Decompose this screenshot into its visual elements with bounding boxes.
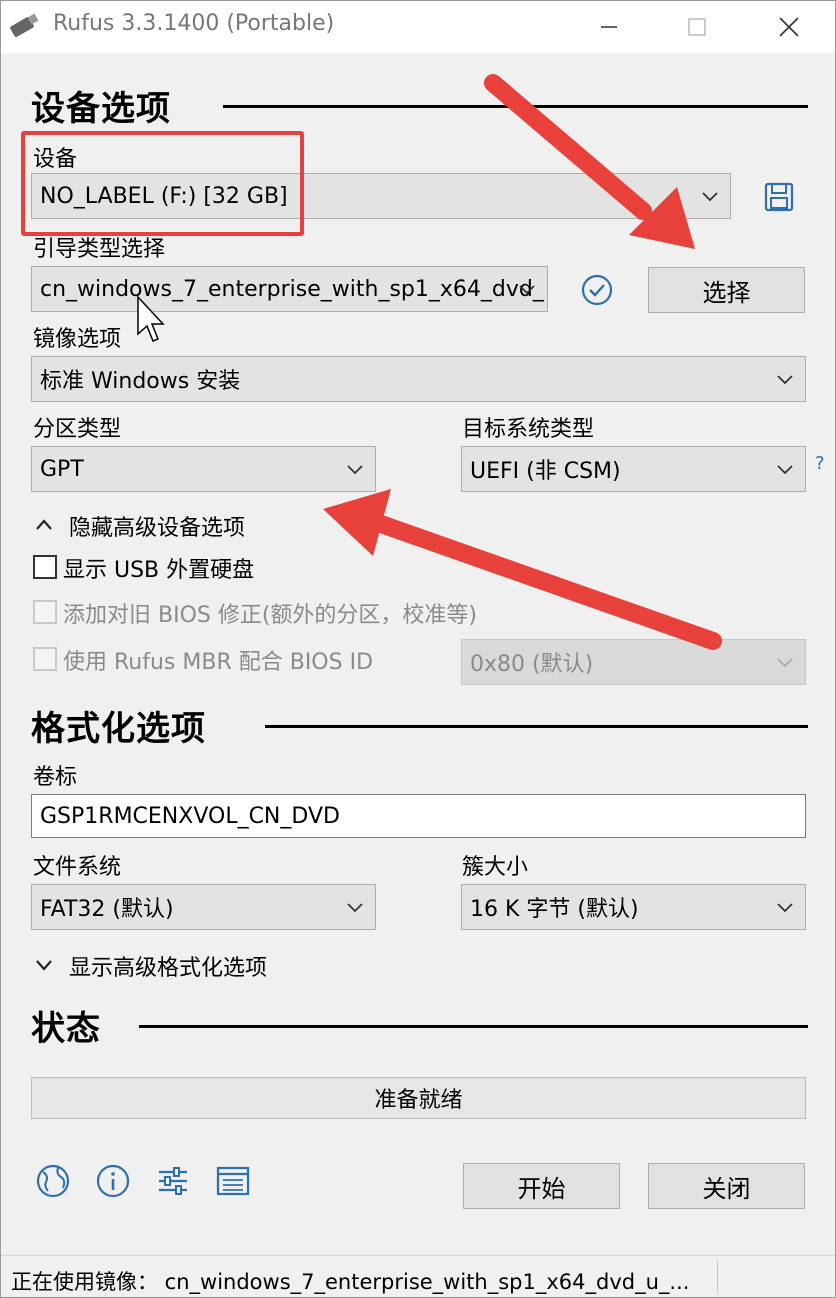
partition-type-value: GPT xyxy=(40,456,84,482)
chevron-down-icon xyxy=(519,285,535,295)
status-bar-separator xyxy=(717,1260,718,1294)
check-circle-icon[interactable] xyxy=(579,273,615,307)
show-usb-label: 显示 USB 外置硬盘 xyxy=(63,558,255,583)
volume-label-input[interactable]: GSP1RMCENXVOL_CN_DVD xyxy=(31,794,806,838)
status-bar: 正在使用镜像： cn_windows_7_enterprise_with_sp1… xyxy=(1,1255,835,1297)
cluster-size-label: 簇大小 xyxy=(462,855,529,880)
status-bar-text: 正在使用镜像： cn_windows_7_enterprise_with_sp1… xyxy=(11,1270,690,1294)
start-button[interactable]: 开始 xyxy=(463,1163,620,1209)
format-section-title: 格式化选项 xyxy=(31,709,206,749)
maximize-icon[interactable] xyxy=(677,11,717,43)
close-icon[interactable] xyxy=(769,11,809,43)
hide-advanced-device-toggle[interactable]: 隐藏高级设备选项 xyxy=(69,510,245,542)
rufus-mbr-checkbox[interactable] xyxy=(33,647,57,671)
window-title: Rufus 3.3.1400 (Portable) xyxy=(53,11,335,36)
chevron-down-icon[interactable] xyxy=(35,956,53,974)
progress-text: 准备就绪 xyxy=(374,1088,463,1113)
image-option-value: 标准 Windows 安装 xyxy=(40,369,241,394)
image-option-label: 镜像选项 xyxy=(33,327,122,352)
chevron-down-icon xyxy=(347,903,363,913)
chevron-down-icon xyxy=(777,903,793,913)
target-system-value: UEFI (非 CSM) xyxy=(470,459,621,484)
rufus-window: Rufus 3.3.1400 (Portable) 设备选项 设备 NO_LAB… xyxy=(0,0,836,1298)
file-system-label: 文件系统 xyxy=(33,855,122,880)
status-section-title: 状态 xyxy=(31,1009,101,1049)
target-system-label: 目标系统类型 xyxy=(462,417,595,442)
show-advanced-format-toggle[interactable]: 显示高级格式化选项 xyxy=(69,950,267,982)
cluster-size-select[interactable]: 16 K 字节 (默认) xyxy=(461,884,806,930)
section-divider xyxy=(265,725,808,728)
boot-type-select[interactable]: cn_windows_7_enterprise_with_sp1_x64_dvd… xyxy=(31,266,548,312)
bios-id-value: 0x80 (默认) xyxy=(470,652,594,677)
bios-id-select[interactable]: 0x80 (默认) xyxy=(461,639,806,685)
annotation-highlight-box xyxy=(21,131,304,236)
info-icon[interactable] xyxy=(96,1164,130,1198)
volume-label-label: 卷标 xyxy=(33,765,78,790)
old-bios-checkbox[interactable] xyxy=(33,600,57,624)
rufus-mbr-label: 使用 Rufus MBR 配合 BIOS ID xyxy=(63,650,374,675)
title-bar: Rufus 3.3.1400 (Portable) xyxy=(1,1,835,53)
chevron-down-icon xyxy=(777,465,793,475)
image-option-select[interactable]: 标准 Windows 安装 xyxy=(31,356,806,402)
show-usb-checkbox[interactable] xyxy=(33,555,57,579)
minimize-icon[interactable] xyxy=(589,11,629,43)
settings-sliders-icon[interactable] xyxy=(156,1164,190,1198)
partition-type-select[interactable]: GPT xyxy=(31,446,376,492)
target-system-select[interactable]: UEFI (非 CSM) xyxy=(461,446,806,492)
chevron-down-icon xyxy=(702,192,718,202)
select-image-button[interactable]: 选择 xyxy=(648,267,805,313)
log-icon[interactable] xyxy=(216,1164,250,1198)
device-section-title: 设备选项 xyxy=(31,89,171,129)
file-system-value: FAT32 (默认) xyxy=(40,897,174,922)
usb-drive-icon xyxy=(10,13,39,37)
close-button[interactable]: 关闭 xyxy=(648,1163,805,1209)
cluster-size-value: 16 K 字节 (默认) xyxy=(470,897,639,922)
globe-icon[interactable] xyxy=(36,1164,70,1198)
partition-type-label: 分区类型 xyxy=(33,417,122,442)
boot-type-value: cn_windows_7_enterprise_with_sp1_x64_dvd… xyxy=(40,276,544,302)
chevron-down-icon xyxy=(777,658,793,668)
progress-bar: 准备就绪 xyxy=(31,1077,806,1119)
chevron-down-icon xyxy=(347,465,363,475)
section-divider xyxy=(223,105,808,108)
volume-label-value: GSP1RMCENXVOL_CN_DVD xyxy=(40,803,340,829)
section-divider xyxy=(139,1025,808,1028)
help-link[interactable]: ? xyxy=(815,453,825,474)
chevron-down-icon xyxy=(777,375,793,385)
old-bios-label: 添加对旧 BIOS 修正(额外的分区，校准等) xyxy=(63,603,478,628)
file-system-select[interactable]: FAT32 (默认) xyxy=(31,884,376,930)
chevron-up-icon[interactable] xyxy=(35,516,53,534)
save-icon[interactable] xyxy=(763,182,795,212)
